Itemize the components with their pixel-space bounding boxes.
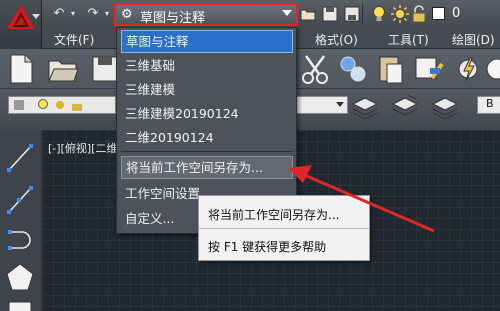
layer-stack-icon	[14, 100, 24, 110]
undo-icon[interactable]: ↶	[50, 5, 68, 23]
publish-icon[interactable]	[450, 52, 484, 86]
redo-icon[interactable]: ↷	[84, 5, 102, 23]
layer-dropdown[interactable]	[8, 96, 116, 114]
lightbulb-icon	[38, 99, 48, 109]
tooltip-divider	[199, 228, 369, 229]
match-properties-icon[interactable]	[412, 52, 446, 86]
chevron-down-icon	[32, 14, 40, 19]
block-dropdown-value: B	[486, 97, 494, 110]
workspace-option-3d-modeling[interactable]: 三维建模	[121, 79, 293, 102]
layer-states-icon[interactable]	[350, 92, 380, 122]
save-as-icon[interactable]	[344, 6, 360, 22]
rectangle-tool-icon[interactable]	[8, 300, 32, 311]
sun-icon[interactable]	[391, 5, 409, 23]
line-tool-icon[interactable]	[6, 143, 34, 173]
sun-icon	[56, 101, 64, 109]
workspace-current-value: 草图与注释	[140, 11, 206, 26]
chevron-down-icon	[282, 10, 292, 16]
unlock-icon	[72, 104, 82, 111]
layer-iso-icon[interactable]	[390, 92, 420, 122]
menu-tools[interactable]: 工具(T)	[388, 31, 429, 48]
polygon-tool-icon[interactable]	[5, 262, 35, 292]
style-dropdown[interactable]	[292, 96, 348, 114]
block-dropdown[interactable]: B	[477, 96, 500, 114]
tooltip: 将当前工作空间另存为... 按 F1 键获得更多帮助	[198, 195, 370, 261]
open-folder-icon[interactable]	[300, 6, 316, 22]
menu-format[interactable]: 格式(O)	[315, 31, 358, 48]
unlock-icon[interactable]	[412, 5, 426, 23]
layer-color-swatch	[432, 7, 445, 20]
menu-file[interactable]: 文件(F)	[54, 31, 94, 48]
undo-dropdown-icon[interactable]: ▾	[68, 5, 78, 23]
save-icon[interactable]	[322, 6, 338, 22]
menu-draw[interactable]: 绘图(D)	[452, 31, 495, 48]
layer-freeze-icon[interactable]	[430, 92, 460, 122]
arc-tool-icon[interactable]	[6, 226, 34, 254]
cut-icon[interactable]	[298, 52, 332, 86]
redo-dropdown-icon[interactable]: ▾	[102, 5, 112, 23]
lightbulb-icon[interactable]	[372, 5, 386, 23]
workspace-option-3d-basics[interactable]: 三维基础	[121, 55, 293, 78]
open-file-icon[interactable]	[46, 52, 80, 86]
layer-name: 0	[452, 6, 461, 21]
tooltip-title: 将当前工作空间另存为...	[208, 208, 340, 222]
paste-icon[interactable]	[374, 52, 408, 86]
plot-icon[interactable]	[485, 52, 500, 86]
toolbar-divider	[362, 4, 363, 25]
tooltip-help-text: 按 F1 键获得更多帮助	[208, 240, 327, 254]
polyline-tool-icon[interactable]	[6, 185, 34, 215]
workspace-option-3d-modeling-20190124[interactable]: 三维建模20190124	[121, 103, 293, 126]
workspace-option-drafting[interactable]: 草图与注释	[121, 30, 293, 53]
menu-separator	[121, 151, 293, 152]
workspace-option-2d-20190124[interactable]: 二维20190124	[121, 127, 293, 150]
new-file-icon[interactable]	[4, 52, 38, 86]
gear-icon: ⚙	[121, 7, 133, 22]
workspace-switcher[interactable]: ⚙ 草图与注释	[114, 3, 298, 26]
copy-object-icon[interactable]	[336, 52, 370, 86]
chevron-down-icon	[336, 102, 344, 107]
save-workspace-as-item[interactable]: 将当前工作空间另存为...	[121, 156, 293, 179]
viewport-controls-label[interactable]: [-][俯视][二维	[48, 140, 117, 156]
